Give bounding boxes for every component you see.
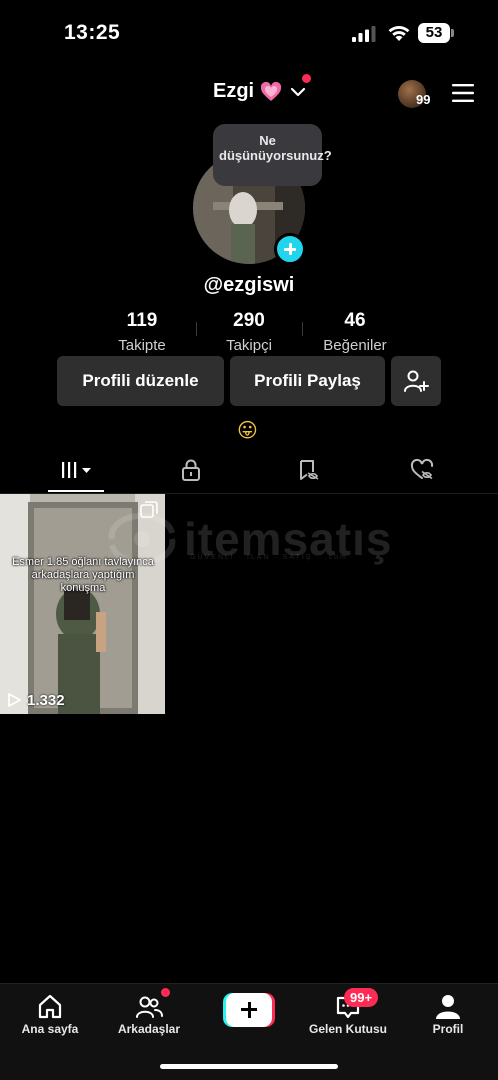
plus-icon <box>226 993 272 1027</box>
friends-icon <box>136 996 163 1018</box>
grid-icon <box>62 462 91 478</box>
account-name: Ezgi <box>213 80 255 102</box>
story-count: 99 <box>416 92 431 107</box>
bio-emoji-text: 😛 <box>237 418 258 442</box>
wifi-icon <box>388 26 410 41</box>
nav-home[interactable]: Ana sayfa <box>0 992 100 1036</box>
account-switcher[interactable]: Ezgi <box>213 80 306 103</box>
nav-profile-label: Profil <box>432 1022 464 1036</box>
create-button[interactable] <box>223 993 275 1027</box>
profile-tabs <box>0 448 498 494</box>
profile-icon <box>436 995 460 1019</box>
stat-likes[interactable]: 46 Beğeniler <box>300 310 410 354</box>
video-view-count: 1.332 <box>27 692 65 709</box>
lock-icon <box>182 459 200 481</box>
stat-following[interactable]: 119 Takipte <box>87 310 197 354</box>
username: @ezgiswi <box>203 274 295 296</box>
tab-private[interactable] <box>171 456 211 484</box>
battery-indicator: 53 <box>418 23 454 43</box>
nav-friends[interactable]: Arkadaşlar <box>99 992 199 1036</box>
nav-friends-label: Arkadaşlar <box>117 1022 181 1036</box>
edit-profile-button[interactable]: Profili düzenle <box>57 356 224 406</box>
status-time: 13:25 <box>64 21 121 44</box>
add-friend-button[interactable] <box>391 356 441 406</box>
menu-icon[interactable] <box>452 84 474 102</box>
tab-liked[interactable] <box>402 456 442 484</box>
chevron-down-icon <box>291 87 306 96</box>
sparkling-heart-icon <box>261 81 282 101</box>
add-story-button[interactable] <box>274 233 306 265</box>
profile-header: Ezgi 99 <box>0 70 498 116</box>
watermark-logo-icon <box>108 513 176 565</box>
followers-label: Takipçi <box>226 337 272 354</box>
add-friend-icon <box>404 370 429 392</box>
tab-saved[interactable] <box>288 456 328 484</box>
thought-bubble[interactable]: Ne düşünüyorsunuz? <box>213 124 332 186</box>
following-label: Takipte <box>118 337 166 354</box>
nav-profile[interactable]: Profil <box>398 992 498 1036</box>
play-icon <box>8 693 21 707</box>
friends-notification-dot <box>161 988 170 997</box>
nav-inbox-label: Gelen Kutusu <box>308 1022 387 1036</box>
thought-prompt: Ne düşünüyorsunuz? <box>219 133 332 163</box>
watermark-subtext: GÜVENLİ · İLAN · SATIŞ · .com <box>190 554 348 561</box>
home-indicator <box>160 1064 338 1069</box>
battery-level: 53 <box>425 24 443 41</box>
active-tab-indicator <box>48 490 104 492</box>
following-count: 119 <box>126 310 158 331</box>
inbox-badge: 99+ <box>344 988 379 1007</box>
home-icon <box>38 994 62 1019</box>
status-bar: 13:25 53 <box>0 0 498 60</box>
likes-label: Beğeniler <box>323 337 387 354</box>
heart-eye-icon <box>410 458 434 480</box>
bio-emoji: 😛 <box>237 418 258 443</box>
stat-followers[interactable]: 290 Takipçi <box>194 310 304 354</box>
bookmark-eye-icon <box>300 460 319 480</box>
tab-videos[interactable] <box>56 456 96 484</box>
notification-dot <box>302 74 311 83</box>
signal-icon <box>352 26 376 42</box>
share-profile-button[interactable]: Profili Paylaş <box>230 356 385 406</box>
likes-count: 46 <box>344 310 366 331</box>
nav-home-label: Ana sayfa <box>21 1022 79 1036</box>
followers-count: 290 <box>233 310 265 331</box>
